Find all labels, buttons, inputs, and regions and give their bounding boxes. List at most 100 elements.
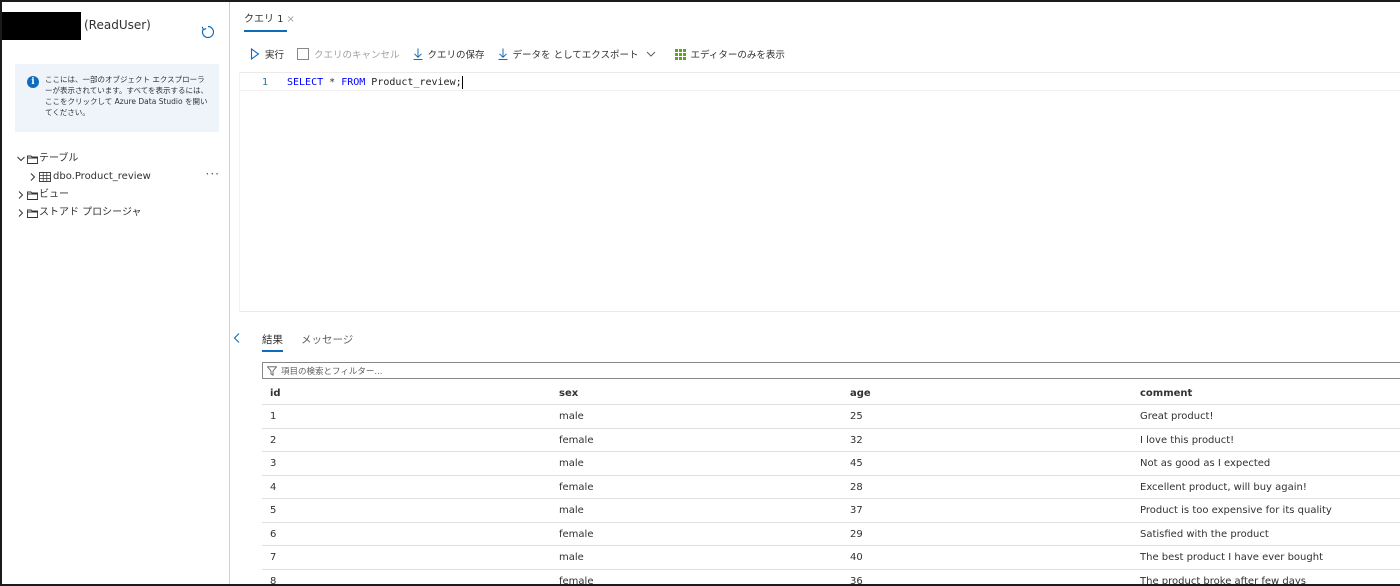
table-cell[interactable]: 45 <box>850 452 863 475</box>
tree-item-views[interactable]: ビュー <box>16 186 226 204</box>
sql-editor[interactable]: 1 SELECT * FROM Product_review; <box>239 72 1400 312</box>
table-identifier: Product_review; <box>365 77 462 88</box>
results-filter-input[interactable]: 項目の検索とフィルター... <box>262 362 1400 379</box>
table-cell[interactable]: female <box>559 570 593 585</box>
table-cell[interactable]: 32 <box>850 429 863 452</box>
column-header[interactable]: comment <box>1140 382 1192 405</box>
table-row[interactable]: 1 male 25 Great product! <box>262 405 1400 429</box>
column-header[interactable]: age <box>850 382 871 405</box>
table-row[interactable]: 8 female 36 The product broke after few day… <box>262 570 1400 585</box>
tree-item-label: ストアド プロシージャ <box>39 207 142 218</box>
table-cell[interactable]: female <box>559 476 593 499</box>
folder-icon <box>27 155 38 164</box>
column-header[interactable]: sex <box>559 382 578 405</box>
grid-header-row: id sex age comment <box>262 382 1400 405</box>
table-cell[interactable]: 8 <box>270 570 276 585</box>
table-cell[interactable]: I love this product! <box>1140 429 1234 452</box>
chevron-down-icon[interactable] <box>16 154 26 164</box>
table-cell[interactable]: 6 <box>270 523 276 546</box>
table-cell[interactable]: male <box>559 546 584 569</box>
grid-body: 1 male 25 Great product! 2 female 32 I love thi… <box>262 405 1400 585</box>
grid-icon <box>674 48 686 60</box>
table-cell[interactable]: male <box>559 405 584 428</box>
folder-icon <box>27 191 38 200</box>
table-cell[interactable]: 37 <box>850 499 863 522</box>
table-cell[interactable]: 40 <box>850 546 863 569</box>
tab-messages[interactable]: メッセージ <box>301 332 353 352</box>
tree-item-label: ビュー <box>39 189 69 200</box>
folder-icon <box>27 209 38 218</box>
table-cell[interactable]: 1 <box>270 405 276 428</box>
keyword-from: FROM <box>341 77 366 88</box>
stop-icon <box>297 48 310 60</box>
line-number: 1 <box>262 77 269 88</box>
text-cursor <box>461 75 463 89</box>
table-row[interactable]: 3 male 45 Not as good as I expected <box>262 452 1400 476</box>
table-cell[interactable]: male <box>559 499 584 522</box>
tab-query-1[interactable]: クエリ 1 × <box>244 10 295 32</box>
object-tree: テーブル dbo.Product_review ··· ビュー ストアド プロシ… <box>16 150 226 222</box>
chevron-right-icon[interactable] <box>16 190 26 200</box>
table-cell[interactable]: The best product I have ever bought <box>1140 546 1323 569</box>
table-cell[interactable]: 28 <box>850 476 863 499</box>
select-star: * <box>323 77 342 88</box>
info-banner[interactable]: i ここには、一部のオブジェクト エクスプローラーが表示されています。すべてを表… <box>15 64 219 132</box>
results-tabs: 結果 メッセージ <box>262 332 371 352</box>
close-icon[interactable]: × <box>287 14 295 25</box>
active-tab-indicator <box>244 30 287 32</box>
filter-icon <box>267 365 277 376</box>
table-icon <box>39 172 51 182</box>
table-cell[interactable]: 2 <box>270 429 276 452</box>
cancel-query-label: クエリのキャンセル <box>314 50 400 61</box>
table-cell[interactable]: female <box>559 523 593 546</box>
save-query-button[interactable]: クエリの保存 <box>413 47 485 61</box>
table-cell[interactable]: The product broke after few days <box>1140 570 1306 585</box>
table-cell[interactable]: 25 <box>850 405 863 428</box>
refresh-icon[interactable] <box>200 24 216 40</box>
query-editor-pane: クエリ 1 × 実行 クエリのキャンセル クエリの保存 データを としてエクスポー… <box>230 2 1400 585</box>
filter-placeholder: 項目の検索とフィルター... <box>281 366 383 377</box>
table-cell[interactable]: female <box>559 429 593 452</box>
chevron-left-icon[interactable] <box>232 332 242 344</box>
table-cell[interactable]: Satisfied with the product <box>1140 523 1269 546</box>
tree-item-stored-procedures[interactable]: ストアド プロシージャ <box>16 204 226 222</box>
table-cell[interactable]: male <box>559 452 584 475</box>
table-cell[interactable]: 4 <box>270 476 276 499</box>
chevron-right-icon[interactable] <box>16 208 26 218</box>
run-button[interactable]: 実行 <box>250 47 284 61</box>
editor-only-button[interactable]: エディターのみを表示 <box>674 47 785 61</box>
run-label: 実行 <box>265 50 285 61</box>
tree-item-product-review[interactable]: dbo.Product_review ··· <box>16 165 226 186</box>
tree-item-tables[interactable]: テーブル <box>16 150 226 168</box>
table-cell[interactable]: Great product! <box>1140 405 1214 428</box>
table-cell[interactable]: 7 <box>270 546 276 569</box>
table-row[interactable]: 5 male 37 Product is too expensive for its … <box>262 499 1400 523</box>
tab-results[interactable]: 結果 <box>262 332 283 352</box>
code-text[interactable]: SELECT * FROM Product_review; <box>287 75 463 91</box>
table-row[interactable]: 7 male 40 The best product I have ever boug… <box>262 546 1400 570</box>
table-row[interactable]: 4 female 28 Excellent product, will buy aga… <box>262 476 1400 499</box>
export-data-button[interactable]: データを としてエクスポート <box>498 47 662 61</box>
chevron-down-icon <box>646 51 655 57</box>
cancel-query-button[interactable]: クエリのキャンセル <box>297 47 400 61</box>
play-icon <box>250 48 260 60</box>
info-icon: i <box>27 76 39 88</box>
table-cell[interactable]: 36 <box>850 570 863 585</box>
table-cell[interactable]: Product is too expensive for its quality <box>1140 499 1332 522</box>
table-cell[interactable]: 3 <box>270 452 276 475</box>
table-row[interactable]: 2 female 32 I love this product! <box>262 429 1400 452</box>
table-cell[interactable]: 29 <box>850 523 863 546</box>
connection-header: (ReadUser) <box>2 12 230 40</box>
chevron-right-icon[interactable] <box>28 172 38 182</box>
tree-item-label: dbo.Product_review <box>53 171 151 182</box>
keyword-select: SELECT <box>287 77 324 88</box>
editor-line[interactable]: 1 SELECT * FROM Product_review; <box>240 75 1400 91</box>
column-header[interactable]: id <box>270 382 281 405</box>
table-cell[interactable]: Excellent product, will buy again! <box>1140 476 1307 499</box>
download-arrow-icon <box>498 48 508 60</box>
more-actions-icon[interactable]: ··· <box>206 165 220 183</box>
table-cell[interactable]: 5 <box>270 499 276 522</box>
table-cell[interactable]: Not as good as I expected <box>1140 452 1270 475</box>
table-row[interactable]: 6 female 29 Satisfied with the product <box>262 523 1400 546</box>
save-query-label: クエリの保存 <box>427 50 485 61</box>
